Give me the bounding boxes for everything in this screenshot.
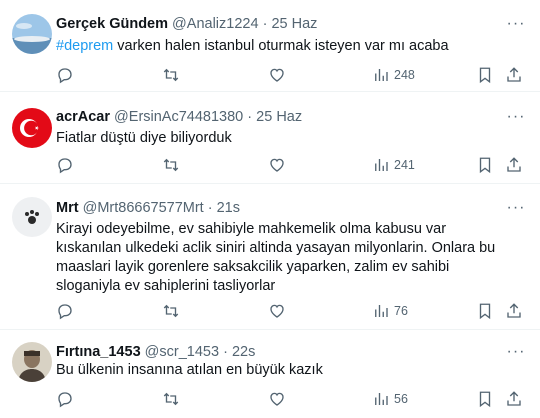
views-button[interactable]: 56 [372,389,408,409]
reply-button[interactable] [56,155,74,175]
reply-icon [58,392,72,408]
heart-icon [270,158,284,172]
share-button[interactable] [505,389,523,409]
retweet-icon [163,392,179,406]
like-button[interactable] [268,301,286,321]
heart-icon [270,304,284,318]
retweet-button[interactable] [162,65,180,85]
views-button[interactable]: 241 [372,155,415,175]
separator: · [247,109,253,125]
like-button[interactable] [268,155,286,175]
bookmark-button[interactable] [476,155,494,175]
tweet-text: Fiatlar düştü diye biliyorduk [56,130,232,146]
analytics-bars-icon [375,393,388,405]
tweet-text-body: varken halen istanbul oturmak isteyen va… [113,38,449,54]
retweet-button[interactable] [162,301,180,321]
share-icon [507,303,521,318]
avatar[interactable] [12,197,52,237]
tweet-text: Kirayi odeyebilme, ev sahibiyle mahkemel… [56,221,496,294]
retweet-button[interactable] [162,155,180,175]
retweet-button[interactable] [162,389,180,409]
tweet[interactable]: Gerçek Gündem @Analiz1224 · 25 Haz ··· #… [0,0,540,92]
portrait-avatar-icon [12,342,52,382]
handle[interactable]: @Analiz1224 [172,16,258,32]
tweet-header: Gerçek Gündem @Analiz1224 · 25 Haz [56,15,317,33]
hashtag-link[interactable]: #deprem [56,38,113,54]
more-options-icon[interactable]: ··· [506,16,526,36]
separator: · [262,16,268,32]
bookmark-button[interactable] [476,65,494,85]
share-button[interactable] [505,65,523,85]
bookmark-icon [479,157,491,174]
heart-icon [270,68,284,82]
action-bar: 56 [56,389,526,409]
bookmark-icon [479,391,491,408]
display-name[interactable]: acrAcar [56,109,110,125]
views-button[interactable]: 76 [372,301,408,321]
tweet[interactable]: acrAcar @ErsinAc74481380 · 25 Haz ··· Fi… [0,92,540,184]
reply-button[interactable] [56,301,74,321]
handle[interactable]: @ErsinAc74481380 [114,109,243,125]
action-bar: 76 [56,301,526,321]
share-button[interactable] [505,301,523,321]
timestamp[interactable]: 25 Haz [271,16,317,32]
paw-avatar-icon [12,197,52,237]
share-icon [507,67,521,82]
timestamp[interactable]: 21s [217,200,240,216]
analytics-bars-icon [375,69,388,81]
tweet-header: acrAcar @ErsinAc74481380 · 25 Haz [56,108,302,126]
tweet-header: Fırtına_1453 @scr_1453 · 22s [56,343,255,361]
analytics-bars-icon [375,159,388,171]
share-button[interactable] [505,155,523,175]
retweet-icon [163,68,179,82]
tweet-header: Mrt @Mrt86667577Mrt · 21s [56,199,240,217]
views-button[interactable]: 248 [372,65,415,85]
tweet[interactable]: Fırtına_1453 @scr_1453 · 22s ··· Bu ülke… [0,330,540,418]
more-options-icon[interactable]: ··· [506,200,526,220]
turkish-flag-avatar-icon [12,108,52,148]
avatar[interactable] [12,342,52,382]
share-icon [507,391,521,406]
heart-icon [270,392,284,406]
avatar[interactable] [12,108,52,148]
bookmark-icon [479,303,491,320]
retweet-icon [163,158,179,172]
reply-button[interactable] [56,389,74,409]
share-icon [507,157,521,172]
timestamp[interactable]: 22s [232,344,255,360]
bookmark-icon [479,67,491,84]
view-count: 248 [394,68,415,82]
reply-button[interactable] [56,65,74,85]
handle[interactable]: @Mrt86667577Mrt [83,200,204,216]
action-bar: 241 [56,155,526,175]
like-button[interactable] [268,389,286,409]
tweet-text: Bu ülkenin insanına atılan en büyük kazı… [56,362,323,378]
handle[interactable]: @scr_1453 [145,344,219,360]
action-bar: 248 [56,65,526,85]
retweet-icon [163,304,179,318]
tweet-text: #deprem varken halen istanbul oturmak is… [56,37,516,56]
bookmark-button[interactable] [476,389,494,409]
reply-icon [58,304,72,320]
view-count: 76 [394,304,408,318]
sky-landscape-avatar-icon [12,14,52,54]
display-name[interactable]: Mrt [56,200,79,216]
avatar[interactable] [12,14,52,54]
timestamp[interactable]: 25 Haz [256,109,302,125]
reply-icon [58,158,72,174]
separator: · [223,344,228,360]
view-count: 56 [394,392,408,406]
tweet[interactable]: Mrt @Mrt86667577Mrt · 21s ··· Kirayi ode… [0,184,540,330]
reply-icon [58,68,72,84]
more-options-icon[interactable]: ··· [506,109,526,129]
like-button[interactable] [268,65,286,85]
display-name[interactable]: Fırtına_1453 [56,344,141,360]
display-name[interactable]: Gerçek Gündem [56,16,168,32]
analytics-bars-icon [375,305,388,317]
separator: · [207,200,213,216]
bookmark-button[interactable] [476,301,494,321]
view-count: 241 [394,158,415,172]
